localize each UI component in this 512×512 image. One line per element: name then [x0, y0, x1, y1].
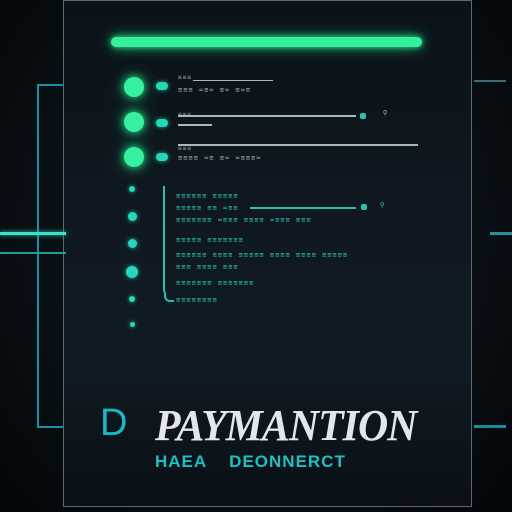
right-frame-tick-mid — [490, 232, 512, 235]
row3-label: ≡≡≡≡ ≈≡ ≡≈ ≈≡≡≡≈ — [178, 154, 262, 162]
status-dot-mini-3 — [156, 153, 168, 161]
row1-label: ≡≡≡ ≈≡≈ ≡≈ ≡≈≡ — [178, 86, 252, 94]
status-dot-3[interactable] — [124, 147, 144, 167]
status-dot-mini-1 — [156, 82, 168, 90]
status-glow-bar — [111, 37, 422, 47]
title-prefix: D — [100, 402, 129, 444]
status-dot-mini-2 — [156, 119, 168, 127]
log-bracket-bar — [163, 186, 165, 292]
row3-label-top: ≡≡≡ — [178, 145, 192, 152]
log-line-4: ≡≡≡≡≡ ≡≡≡≡≡≡≡ — [176, 236, 244, 244]
log-progress-icon: ǫ — [380, 200, 386, 208]
log-progress-track[interactable] — [250, 207, 356, 209]
row2-progress-track[interactable] — [178, 115, 356, 117]
log-bracket-hook — [164, 292, 174, 302]
log-dot-4 — [126, 266, 138, 278]
log-line-1: ≡≡≡≡≡≡ ≡≡≡≡≡ — [176, 192, 239, 200]
row1-divider — [193, 80, 273, 81]
page-subtitle: HAEA DEONNERCT — [155, 452, 346, 472]
log-line-2: ≡≡≡≡≡ ≡≡ ≈≡≡ — [176, 204, 239, 212]
row2-progress-handle[interactable] — [360, 113, 366, 119]
log-line-7: ≡≡≡≡≡≡≡ ≡≡≡≡≡≡≡ — [176, 279, 255, 287]
log-line-5: ≡≡≡≡≡≡ ≡≡≡≡ ≡≡≡≡≡ ≡≡≡≡ ≡≡≡≡ ≡≡≡≡≡ — [176, 251, 349, 259]
row1-label-top: ≡≡≡ — [178, 74, 192, 81]
log-dot-1 — [129, 186, 135, 192]
log-line-6: ≡≡≡ ≡≡≡≡ ≡≡≡ — [176, 263, 239, 271]
row2-marker-icon: ǫ — [383, 108, 389, 116]
log-line-3: ≡≡≡≡≡≡≡ ≈≡≡≡ ≡≡≡≡ ≈≡≡≡ ≡≡≡ — [176, 216, 312, 224]
log-dot-5 — [129, 296, 135, 302]
left-guide-line — [0, 252, 66, 254]
log-dot-6 — [130, 322, 135, 327]
left-frame-bracket — [37, 84, 63, 428]
log-dot-3 — [128, 239, 137, 248]
right-frame-tick-bottom — [474, 425, 506, 428]
page-title: PAYMANTION — [155, 401, 417, 450]
status-dot-1[interactable] — [124, 77, 144, 97]
status-dot-2[interactable] — [124, 112, 144, 132]
row2-underline — [178, 124, 212, 126]
log-progress-handle[interactable] — [361, 204, 367, 210]
row3-progress-track[interactable] — [178, 144, 418, 146]
log-dot-2 — [128, 212, 137, 221]
subtitle-right: DEONNERCT — [229, 452, 346, 471]
right-frame-tick-top — [474, 80, 506, 82]
subtitle-left: HAEA — [155, 452, 208, 471]
log-line-8: ≡≡≡≡≡≡≡≡ — [176, 296, 218, 304]
left-glow-line — [0, 232, 66, 235]
